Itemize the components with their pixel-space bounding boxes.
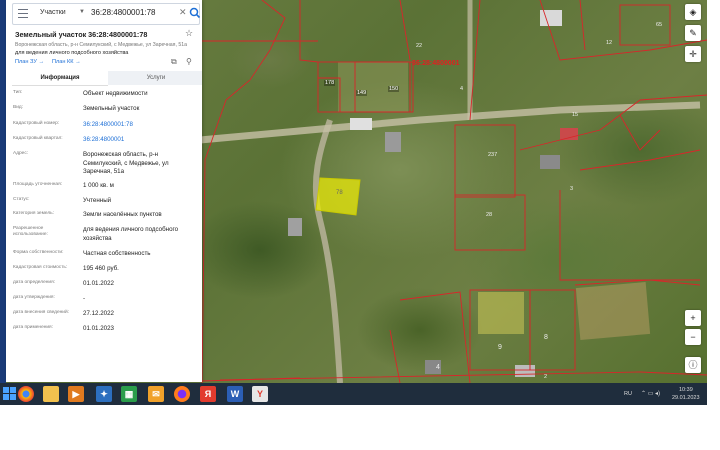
property-value: 27.12.2022 xyxy=(83,310,114,317)
pencil-icon: ✎ xyxy=(689,28,697,38)
property-value: 1 000 кв. м xyxy=(83,182,114,189)
clock-time[interactable]: 10:39 xyxy=(679,387,693,393)
parcel-label: 2 xyxy=(544,374,548,380)
property-value: для ведения личного подсобного хозяйства xyxy=(83,226,179,242)
apps-icon[interactable]: ▦ xyxy=(121,386,137,402)
plan-zu-link[interactable]: План ЗУ → xyxy=(15,59,44,65)
property-key: Кадастровый номер: xyxy=(13,121,60,126)
property-key: Категория земель: xyxy=(13,211,55,216)
property-key: Статус: xyxy=(13,197,30,202)
parcel-address: Воронежская область, р-н Семилукский, с … xyxy=(15,42,188,48)
info-icon: ⓘ xyxy=(688,360,698,370)
menu-icon[interactable] xyxy=(18,9,28,18)
quarter-label: 36:28:4800001 xyxy=(412,60,460,67)
tab-services[interactable]: Услуги xyxy=(108,71,202,85)
parcel-label: 150 xyxy=(388,86,400,92)
property-key: Кадастровый квартал: xyxy=(13,136,63,141)
taskbar: ▶ ✦ ▦ ✉ Я W Y RU ⌃ ▭ ◂) 10:39 29.01.2023 xyxy=(0,383,707,405)
parcel-label: 12 xyxy=(606,40,613,46)
tabs: Информация Услуги xyxy=(12,71,202,86)
yandex-browser-icon[interactable]: Я xyxy=(200,386,216,402)
parcel-label: 4 xyxy=(460,86,464,92)
parcel-label: 9 xyxy=(498,344,502,351)
search-category[interactable]: Участки xyxy=(40,9,66,16)
parcel-label: 8 xyxy=(544,334,548,341)
selected-parcel-label: 78 xyxy=(336,190,343,196)
zoom-out-button[interactable]: − xyxy=(685,329,701,345)
info-panel: Участки ▼ 36:28:4800001:78 ✕ Земельный у… xyxy=(6,0,202,382)
property-key: дата применения: xyxy=(13,325,53,330)
search-input[interactable]: 36:28:4800001:78 xyxy=(91,8,156,17)
word-icon[interactable]: W xyxy=(227,386,243,402)
crosshair-icon: ✛ xyxy=(689,49,697,59)
selected-parcel xyxy=(315,177,361,216)
search-icon[interactable] xyxy=(189,6,201,20)
property-key: Площадь уточненная: xyxy=(13,182,63,187)
network-icon[interactable]: ✦ xyxy=(96,386,112,402)
property-value: Воронежская область, р-н Семилукский, с … xyxy=(83,151,169,176)
firefox-icon[interactable] xyxy=(174,386,190,402)
plus-icon: + xyxy=(690,313,696,323)
property-key: Кадастровая стоимость: xyxy=(13,265,68,270)
language-indicator[interactable]: RU xyxy=(624,391,632,397)
tray-icons[interactable]: ⌃ ▭ ◂) xyxy=(641,390,660,397)
parcel-usage: для ведения личного подсобного хозяйства xyxy=(15,50,129,56)
parcel-label: 4 xyxy=(436,364,440,371)
property-key: Тип: xyxy=(13,90,23,95)
layers-icon: ◈ xyxy=(689,7,697,17)
property-value: 195 460 руб. xyxy=(83,265,119,272)
clock-date[interactable]: 29.01.2023 xyxy=(672,395,700,401)
parcel-label: 149 xyxy=(356,90,368,96)
property-key: дата внесения сведений: xyxy=(13,310,69,315)
file-explorer-icon[interactable] xyxy=(43,386,59,402)
parcel-label: 178 xyxy=(324,80,336,86)
cadastral-quarter-link[interactable]: 36:28:4800001 xyxy=(83,136,202,145)
ruler-button[interactable]: ✎ xyxy=(685,25,701,41)
chevron-down-icon[interactable]: ▼ xyxy=(79,9,85,15)
property-key: дата определения: xyxy=(13,280,56,285)
property-key: Разрешенное использование: xyxy=(13,226,48,237)
chrome-icon[interactable] xyxy=(18,386,34,402)
plan-kk-link[interactable]: План КК → xyxy=(52,59,81,65)
windows-start-icon[interactable] xyxy=(3,387,16,400)
property-value: Частная собственность xyxy=(83,250,151,257)
property-value: Земли населённых пунктов xyxy=(83,211,162,218)
media-player-icon[interactable]: ▶ xyxy=(68,386,84,402)
parcel-label: 65 xyxy=(656,22,663,28)
parcel-label: 28 xyxy=(486,212,493,218)
parcel-label: 237 xyxy=(488,152,498,158)
cadastral-number-link[interactable]: 36:28:4800001:78 xyxy=(83,121,202,130)
property-value: - xyxy=(83,295,86,302)
info-button[interactable]: ⓘ xyxy=(685,357,701,373)
property-value: Учтенный xyxy=(83,197,112,204)
property-key: Адрес: xyxy=(13,151,29,156)
search-bar[interactable]: Участки ▼ 36:28:4800001:78 ✕ xyxy=(12,3,201,25)
parcel-label: 22 xyxy=(416,43,423,49)
copy-icon[interactable]: ⧉ xyxy=(171,57,177,67)
property-key: дата утверждения: xyxy=(13,295,55,300)
layers-button[interactable]: ◈ xyxy=(685,4,701,20)
property-key: Форма собственности: xyxy=(13,250,64,255)
close-icon[interactable]: ✕ xyxy=(179,7,187,18)
outlook-icon[interactable]: ✉ xyxy=(148,386,164,402)
star-icon[interactable]: ☆ xyxy=(185,28,193,39)
locate-button[interactable]: ✛ xyxy=(685,46,701,62)
parcel-label: 15 xyxy=(572,112,579,118)
property-value: Земельный участок xyxy=(83,105,140,112)
property-value: Объект недвижимости xyxy=(83,90,148,97)
minus-icon: − xyxy=(690,332,696,342)
yandex-active-icon[interactable]: Y xyxy=(252,386,268,402)
parcel-title: Земельный участок 36:28:4800001:78 xyxy=(15,30,148,39)
tab-info[interactable]: Информация xyxy=(12,71,108,86)
parcel-label: 3 xyxy=(570,186,574,192)
property-value: 01.01.2022 xyxy=(83,280,114,287)
share-icon[interactable]: ⚲ xyxy=(186,57,192,66)
property-value: 01.01.2023 xyxy=(83,325,114,332)
property-key: Вид: xyxy=(13,105,24,110)
zoom-in-button[interactable]: + xyxy=(685,310,701,326)
